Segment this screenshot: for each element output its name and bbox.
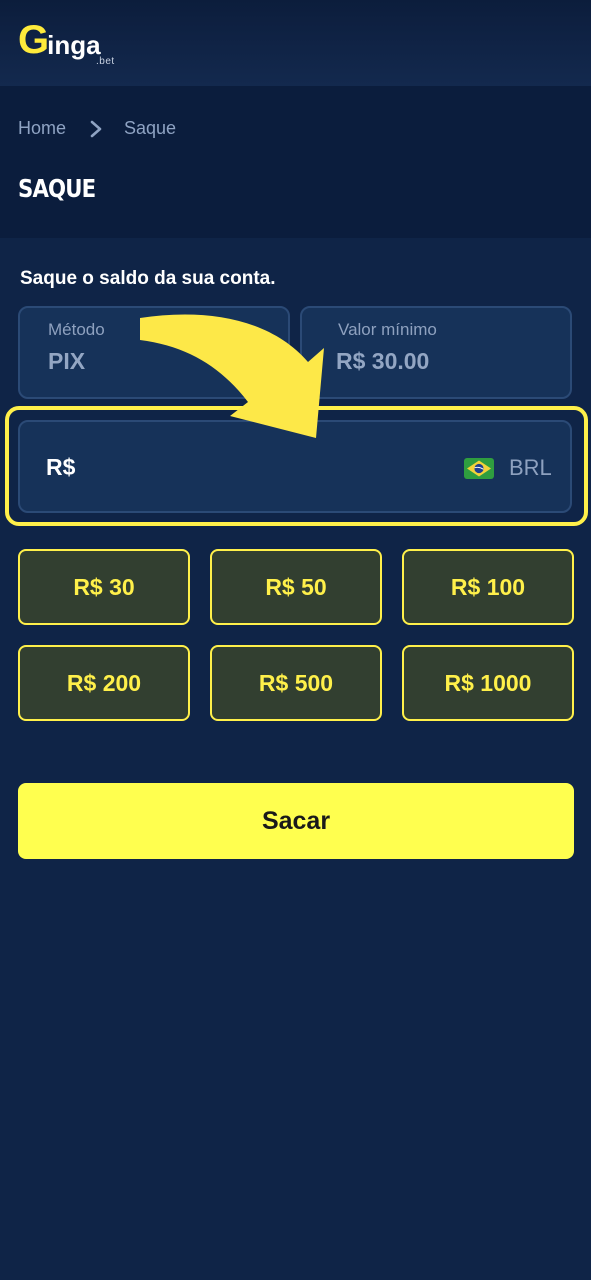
- preset-amount-100[interactable]: R$ 100: [402, 549, 574, 625]
- withdraw-button[interactable]: Sacar: [18, 783, 574, 859]
- preset-amount-30[interactable]: R$ 30: [18, 549, 190, 625]
- brand-logo[interactable]: G inga .bet: [18, 18, 114, 67]
- method-label: Método: [48, 320, 105, 339]
- chevron-right-icon: [90, 120, 102, 137]
- preset-amount-50[interactable]: R$ 50: [210, 549, 382, 625]
- breadcrumb: Home Saque: [18, 118, 176, 139]
- page-title: SAQUE: [18, 174, 96, 203]
- minimum-value: R$ 30.00: [336, 348, 430, 374]
- breadcrumb-current: Saque: [124, 118, 177, 138]
- logo-initial: G: [18, 18, 49, 62]
- pointer-arrow-icon: [140, 314, 324, 438]
- breadcrumb-home-link[interactable]: Home: [18, 118, 66, 139]
- top-bar: G inga .bet: [0, 0, 591, 86]
- page-subtitle: Saque o saldo da sua conta.: [20, 268, 276, 289]
- preset-amount-200[interactable]: R$ 200: [18, 645, 190, 721]
- minimum-label: Valor mínimo: [338, 320, 437, 339]
- page-header: [0, 86, 591, 238]
- preset-amount-1000[interactable]: R$ 1000: [402, 645, 574, 721]
- logo-suffix: .bet: [96, 56, 115, 67]
- logo-text: inga: [47, 30, 101, 60]
- method-value: PIX: [48, 348, 86, 374]
- preset-amount-500[interactable]: R$ 500: [210, 645, 382, 721]
